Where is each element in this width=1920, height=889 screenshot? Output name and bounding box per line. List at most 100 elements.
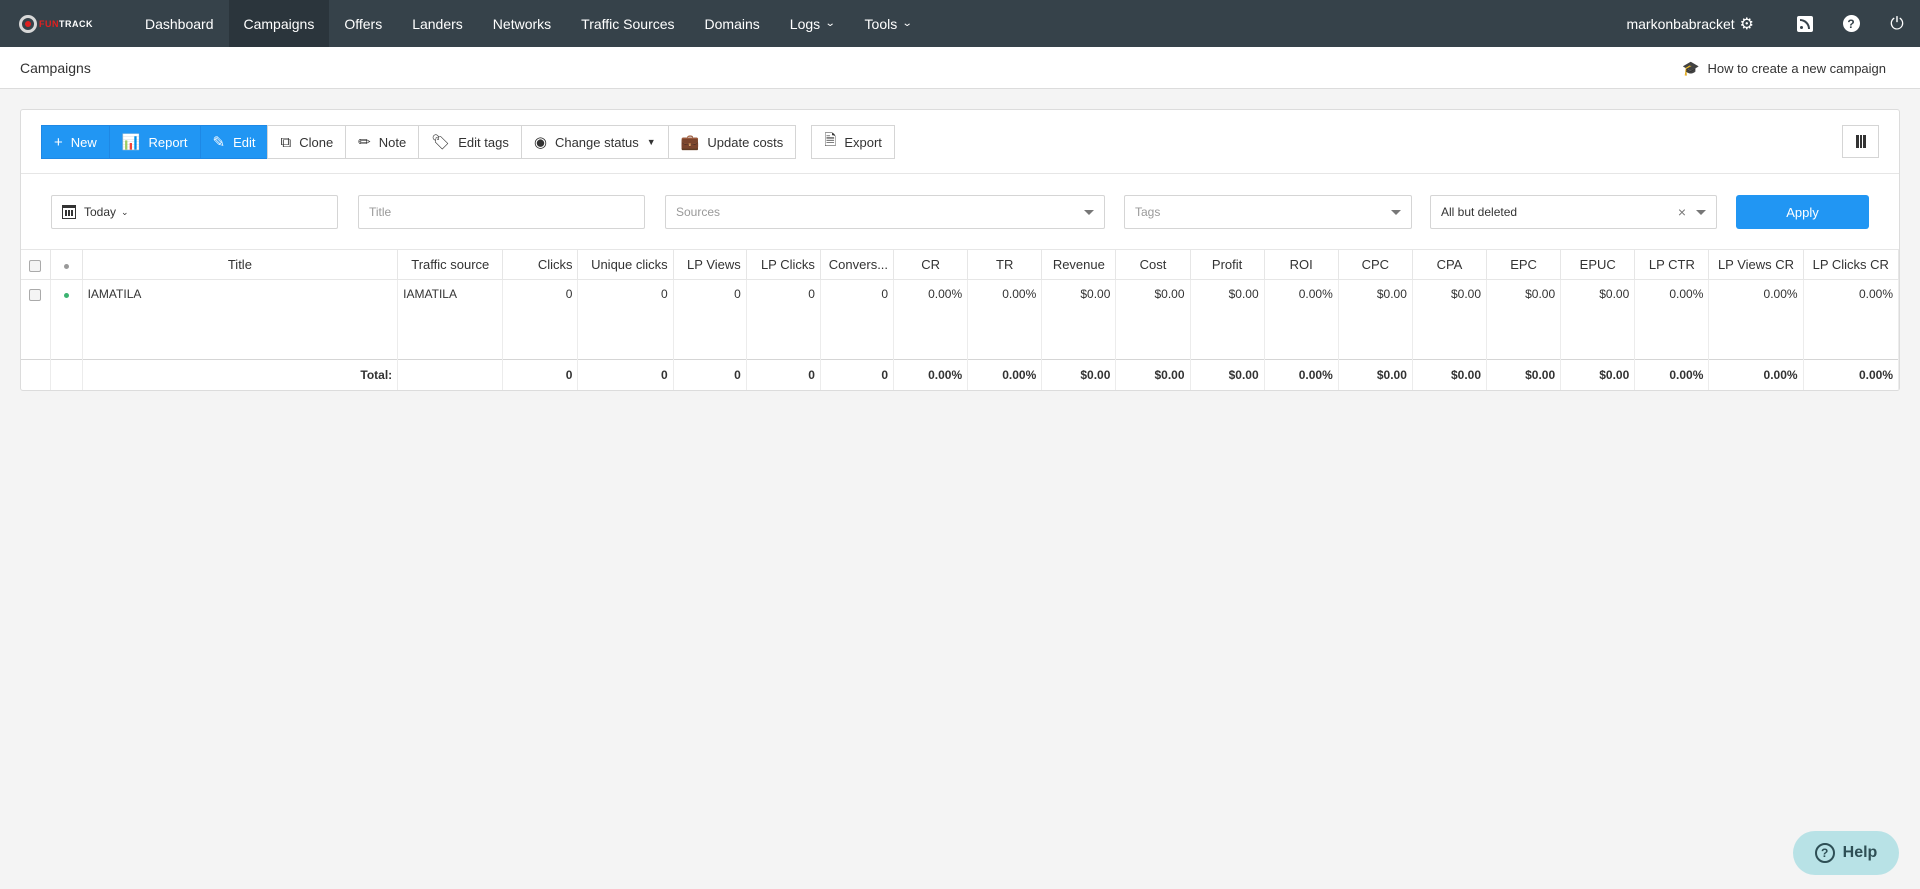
wallet-icon: 💼: [680, 134, 700, 151]
tags-select[interactable]: Tags: [1124, 195, 1412, 229]
new-button[interactable]: + New: [41, 125, 110, 159]
change-status-button[interactable]: ◉ Change status ▼: [520, 125, 669, 159]
select-all-checkbox[interactable]: [29, 259, 42, 272]
col-header[interactable]: LP Views: [673, 249, 747, 280]
calendar-icon: [62, 205, 76, 219]
toolbar: + New 📊 Report ✎ Edit ⧉ Clone ✏ Note 🏷 Edit ta…: [41, 125, 895, 159]
row-checkbox[interactable]: [29, 288, 42, 301]
table-row[interactable]: IAMATILA IAMATILA 0 0 0 0 0 0.00% 0.00% …: [21, 279, 1900, 308]
total-epc: $0.00: [1486, 359, 1562, 390]
cell-lp-ctr: 0.00%: [1634, 279, 1710, 308]
total-epuc: $0.00: [1560, 359, 1636, 390]
total-clicks: 0: [502, 359, 579, 390]
cell-cpc: $0.00: [1338, 279, 1413, 308]
col-header[interactable]: LP Clicks: [746, 249, 821, 280]
col-header[interactable]: LP Clicks CR: [1803, 249, 1900, 280]
row-select-cell: [21, 279, 51, 308]
col-header[interactable]: Unique clicks: [577, 249, 674, 280]
col-header[interactable]: CPC: [1338, 249, 1413, 280]
col-header[interactable]: LP CTR: [1634, 249, 1710, 280]
col-header[interactable]: EPC: [1486, 249, 1562, 280]
status-select[interactable]: All but deleted ×: [1430, 195, 1717, 229]
select-all-cell: [21, 249, 51, 280]
total-lp-ctr: 0.00%: [1634, 359, 1710, 390]
edit-button[interactable]: ✎ Edit: [199, 125, 269, 159]
update-costs-button[interactable]: 💼 Update costs: [667, 125, 797, 159]
chevron-down-icon: ▼: [646, 137, 656, 147]
apply-button[interactable]: Apply: [1736, 195, 1869, 229]
col-header[interactable]: CPA: [1412, 249, 1488, 280]
cell-clicks: 0: [502, 279, 579, 308]
nav-tools[interactable]: Tools ⌄: [850, 0, 927, 47]
total-cost: $0.00: [1115, 359, 1191, 390]
logout-button[interactable]: ⏻: [1874, 0, 1920, 47]
help-button[interactable]: ?: [1828, 0, 1874, 47]
gear-icon: ⚙: [1739, 15, 1754, 33]
columns-toggle-button[interactable]: [1842, 125, 1879, 158]
how-to-link[interactable]: 🎓 How to create a new campaign: [1682, 60, 1886, 77]
report-button[interactable]: 📊 Report: [108, 125, 201, 159]
active-status-dot-icon: [63, 292, 69, 298]
nav-offers[interactable]: Offers: [329, 0, 397, 47]
status-dot-icon: [63, 264, 69, 269]
edit-tags-button[interactable]: 🏷 Edit tags: [418, 125, 522, 159]
campaign-title[interactable]: IAMATILA: [82, 279, 399, 308]
edit-icon: ✎: [212, 134, 226, 151]
export-icon: 🗎: [824, 131, 837, 149]
caret-down-icon: [1696, 210, 1706, 215]
nav-dashboard[interactable]: Dashboard: [130, 0, 229, 47]
nav-traffic-sources[interactable]: Traffic Sources: [566, 0, 689, 47]
clone-button[interactable]: ⧉ Clone: [267, 125, 347, 159]
nav-landers[interactable]: Landers: [397, 0, 478, 47]
divider: [21, 173, 1899, 174]
traffic-source: IAMATILA: [397, 279, 504, 308]
nav-campaigns[interactable]: Campaigns: [228, 0, 330, 47]
total-profit: $0.00: [1190, 359, 1265, 390]
total-label: Total:: [82, 359, 399, 390]
rss-button[interactable]: [1782, 0, 1828, 47]
cell-profit: $0.00: [1190, 279, 1265, 308]
col-header[interactable]: TR: [967, 249, 1043, 280]
col-header[interactable]: EPUC: [1560, 249, 1636, 280]
clear-icon[interactable]: ×: [1678, 204, 1686, 220]
username: markonbabracket: [1626, 15, 1735, 32]
col-header[interactable]: Traffic source: [397, 249, 504, 280]
cell-unique-clicks: 0: [577, 279, 674, 308]
help-widget-button[interactable]: ? Help: [1793, 831, 1899, 875]
chevron-down-icon: ⌄: [121, 206, 129, 217]
col-header[interactable]: Convers...: [820, 249, 895, 280]
nav-domains[interactable]: Domains: [690, 0, 775, 47]
col-header[interactable]: Title: [82, 249, 399, 280]
col-header[interactable]: Cost: [1115, 249, 1191, 280]
status-header[interactable]: [50, 249, 83, 280]
user-menu[interactable]: markonbabracket ⚙: [1626, 14, 1754, 34]
caret-down-icon: [1084, 210, 1094, 215]
plus-icon: +: [54, 133, 63, 151]
app-logo[interactable]: FUNTRACK: [19, 15, 93, 33]
col-header[interactable]: LP Views CR: [1708, 249, 1804, 280]
chevron-down-icon: ⌄: [824, 18, 836, 29]
cell-conversions: 0: [820, 279, 895, 308]
col-header[interactable]: ROI: [1264, 249, 1339, 280]
col-header[interactable]: Clicks: [502, 249, 579, 280]
tags-icon: 🏷: [431, 134, 451, 151]
campaigns-table: Title Traffic source Clicks Unique click…: [21, 249, 1900, 390]
col-header[interactable]: Profit: [1190, 249, 1265, 280]
nav-networks[interactable]: Networks: [478, 0, 566, 47]
col-header[interactable]: Revenue: [1041, 249, 1117, 280]
title-filter-input[interactable]: Title: [358, 195, 645, 229]
nav-logs[interactable]: Logs ⌄: [775, 0, 850, 47]
copy-icon: ⧉: [280, 133, 292, 151]
cell-lp-clicks: 0: [746, 279, 821, 308]
col-header[interactable]: CR: [893, 249, 969, 280]
sources-select[interactable]: Sources: [665, 195, 1105, 229]
total-roi: 0.00%: [1264, 359, 1339, 390]
total-cpa: $0.00: [1412, 359, 1488, 390]
total-revenue: $0.00: [1041, 359, 1117, 390]
pencil-icon: ✏: [358, 134, 371, 151]
date-range-picker[interactable]: Today ⌄: [51, 195, 338, 229]
question-icon: ?: [1814, 843, 1835, 863]
cell-tr: 0.00%: [967, 279, 1043, 308]
note-button[interactable]: ✏ Note: [345, 125, 420, 159]
export-button[interactable]: 🗎 Export: [811, 125, 895, 159]
